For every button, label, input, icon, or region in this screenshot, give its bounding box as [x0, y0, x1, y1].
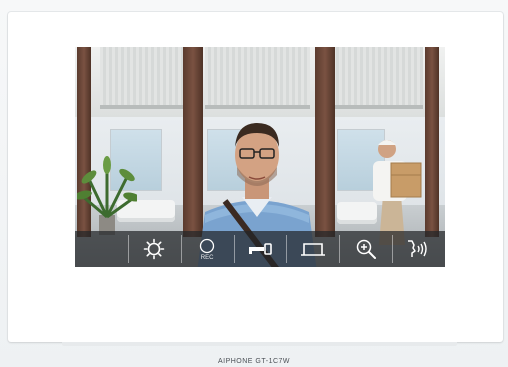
scene-pillar [425, 47, 439, 237]
scene-ceiling-panel [333, 47, 423, 109]
delivery-person [373, 140, 422, 245]
zoom-in-icon [356, 239, 376, 259]
record-circle-icon [199, 238, 215, 253]
gate-icon [300, 243, 325, 256]
gate-button[interactable] [286, 231, 339, 267]
talk-button[interactable] [392, 231, 445, 267]
record-label: REC [200, 254, 214, 261]
scene-plant [77, 156, 137, 235]
stage: REC AIPHONE GT-1C7W [0, 0, 508, 367]
speak-icon [408, 240, 428, 257]
control-toolbar: REC [75, 231, 445, 267]
device-brand-label: AIPHONE GT-1C7W [217, 358, 291, 365]
key-icon [248, 243, 272, 255]
zoom-button[interactable] [339, 231, 392, 267]
video-screen[interactable]: REC [75, 47, 445, 267]
toolbar-empty-slot [75, 231, 128, 267]
scene-ceiling-panel [100, 47, 185, 109]
device-bottom-edge [62, 342, 457, 346]
record-button[interactable]: REC [180, 231, 234, 267]
brightness-icon [143, 238, 165, 260]
settings-button[interactable] [127, 231, 181, 267]
door-lock-button[interactable] [233, 231, 287, 267]
